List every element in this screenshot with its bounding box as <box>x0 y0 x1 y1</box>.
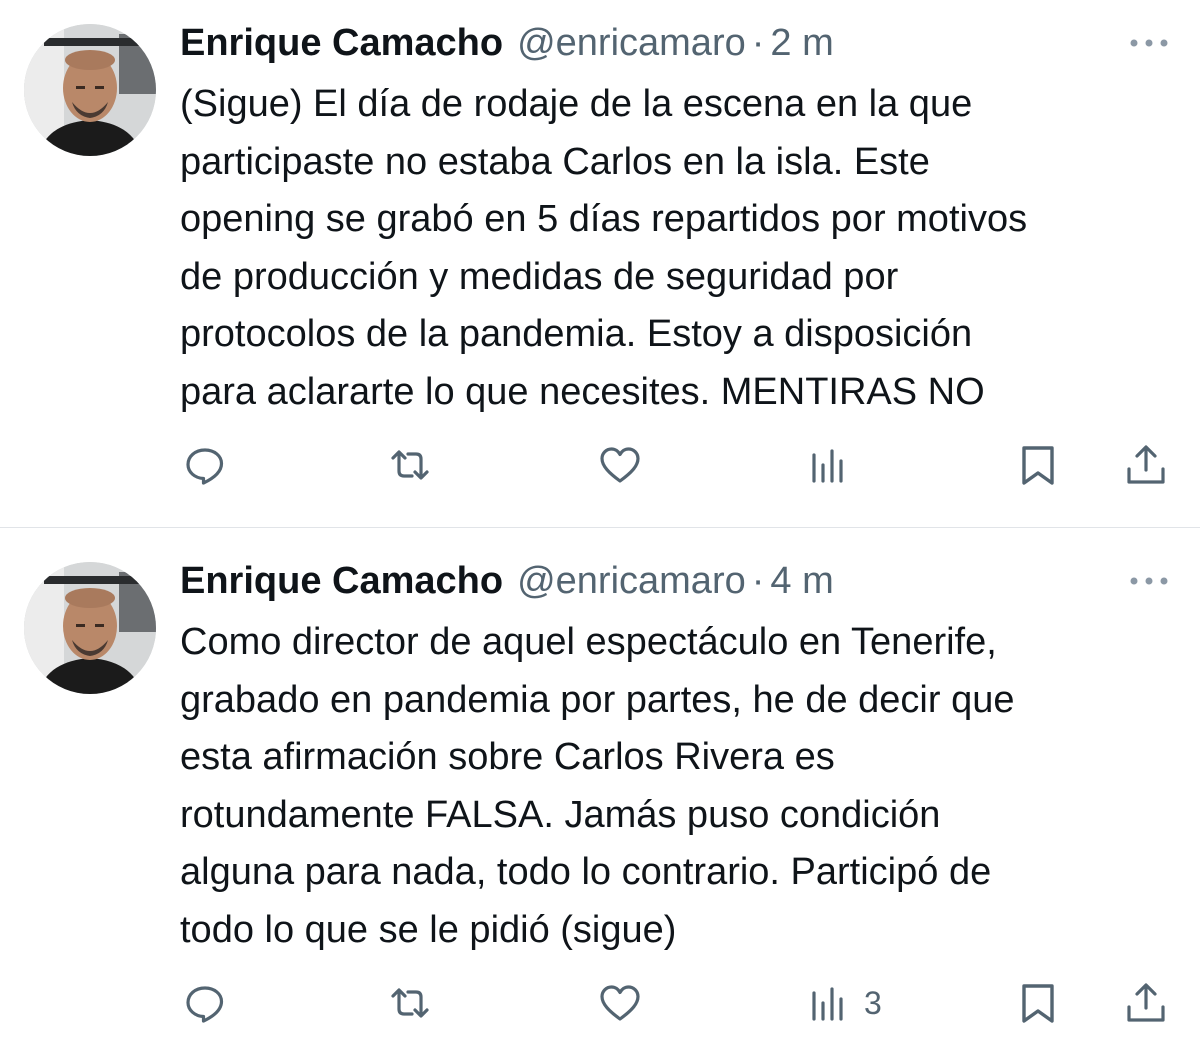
timestamp[interactable]: 4 m <box>770 560 833 602</box>
heart-icon <box>600 447 640 483</box>
share-button[interactable] <box>1124 978 1168 1028</box>
author-handle[interactable]: @enricamaro <box>517 560 746 602</box>
author-name[interactable]: Enrique Camacho <box>180 560 503 602</box>
share-icon <box>1127 445 1165 484</box>
tweet-header: Enrique Camacho @enricamaro · 2 m <box>180 18 834 68</box>
avatar[interactable] <box>24 24 156 156</box>
author-handle[interactable]: @enricamaro <box>517 22 746 64</box>
more-options-button[interactable] <box>1128 33 1170 53</box>
tweet[interactable]: Enrique Camacho @enricamaro · 2 m (Sigue) E… <box>0 0 1200 527</box>
reply-button[interactable] <box>183 440 227 490</box>
tweet-text: Como director de aquel espectáculo en Te… <box>180 621 1015 951</box>
separator: · <box>751 560 765 602</box>
retweet-button[interactable] <box>388 978 432 1028</box>
bookmark-icon <box>1022 446 1054 485</box>
tweet-text: (Sigue) El día de rodaje de la escena en… <box>180 83 1028 413</box>
tweet-actions: 3 <box>0 978 1200 1028</box>
avatar-photo <box>24 24 156 156</box>
heart-icon <box>600 985 640 1021</box>
views-icon <box>812 987 843 1021</box>
views-count: 3 <box>864 984 882 1021</box>
author-name[interactable]: Enrique Camacho <box>180 22 503 64</box>
tweet[interactable]: Enrique Camacho @enricamaro · 4 m Como dire… <box>0 528 1200 1060</box>
retweet-icon <box>391 988 429 1018</box>
timestamp[interactable]: 2 m <box>770 22 833 64</box>
share-button[interactable] <box>1124 440 1168 490</box>
more-options-button[interactable] <box>1128 571 1170 591</box>
bookmark-icon <box>1022 984 1054 1023</box>
bookmark-button[interactable] <box>1016 440 1060 490</box>
reply-button[interactable] <box>183 978 227 1028</box>
views-icon <box>812 449 843 483</box>
tweet-header: Enrique Camacho @enricamaro · 4 m <box>180 556 834 606</box>
avatar-photo <box>24 562 156 694</box>
separator: · <box>751 22 765 64</box>
more-horizontal-icon <box>1130 39 1168 47</box>
share-icon <box>1127 983 1165 1022</box>
more-horizontal-icon <box>1130 577 1168 585</box>
views-button[interactable] <box>808 440 864 490</box>
bookmark-button[interactable] <box>1016 978 1060 1028</box>
retweet-icon <box>391 450 429 480</box>
reply-icon <box>186 986 224 1023</box>
like-button[interactable] <box>598 978 642 1028</box>
like-button[interactable] <box>598 440 642 490</box>
avatar[interactable] <box>24 562 156 694</box>
tweet-actions <box>0 440 1200 490</box>
reply-icon <box>186 448 224 485</box>
views-button[interactable]: 3 <box>808 978 882 1028</box>
retweet-button[interactable] <box>388 440 432 490</box>
